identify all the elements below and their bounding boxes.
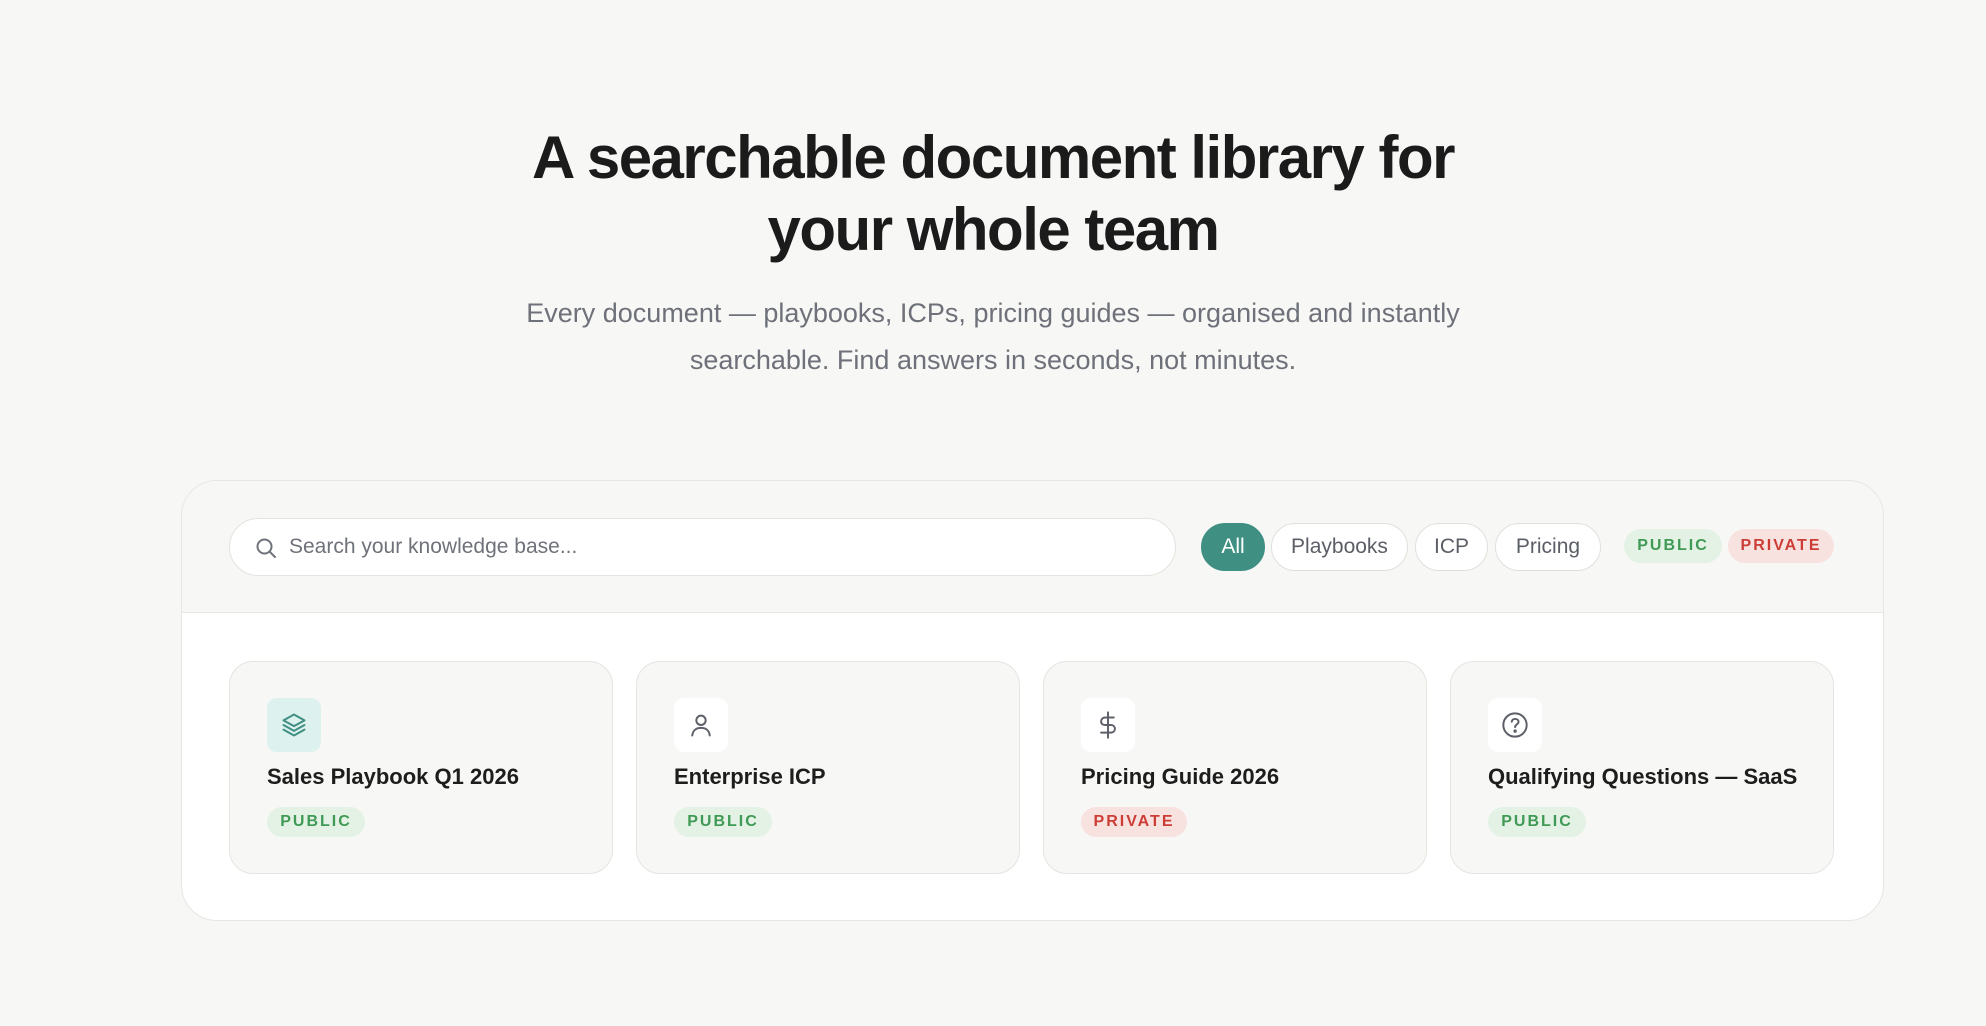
search-icon <box>256 538 276 558</box>
document-card[interactable]: Qualifying Questions — SaaS PUBLIC <box>1450 661 1834 874</box>
filter-chip-playbooks[interactable]: Playbooks <box>1271 523 1408 571</box>
visibility-badge: PRIVATE <box>1081 807 1187 837</box>
document-icon-tile <box>674 698 728 752</box>
document-title: Pricing Guide 2026 <box>1081 764 1280 789</box>
library-toolbar: All Playbooks ICP Pricing PUBLIC PRIVATE <box>182 481 1883 613</box>
document-library-panel: All Playbooks ICP Pricing PUBLIC PRIVATE… <box>181 480 1884 921</box>
search-box[interactable] <box>229 518 1176 576</box>
document-title: Sales Playbook Q1 2026 <box>267 764 519 789</box>
filter-chip-pricing[interactable]: Pricing <box>1495 523 1601 571</box>
filter-chip-all[interactable]: All <box>1201 523 1265 571</box>
page-subtitle: Every document — playbooks, ICPs, pricin… <box>0 290 1986 384</box>
document-title: Qualifying Questions — SaaS <box>1488 764 1798 789</box>
page-title-line-2: your whole team <box>767 196 1220 263</box>
document-title: Enterprise ICP <box>674 764 826 789</box>
page-subtitle-line-2: searchable. Find answers in seconds, not… <box>689 345 1297 375</box>
search-input[interactable] <box>289 519 1149 575</box>
document-icon-tile <box>1488 698 1542 752</box>
document-icon-tile <box>1081 698 1135 752</box>
document-card[interactable]: Enterprise ICP PUBLIC <box>636 661 1020 874</box>
page-title: A searchable document library for your w… <box>0 122 1986 266</box>
page-subtitle-line-1: Every document — playbooks, ICPs, pricin… <box>526 298 1460 328</box>
page-title-line-1: A searchable document library for <box>532 124 1455 191</box>
visibility-badge: PUBLIC <box>267 807 365 837</box>
visibility-badge: PUBLIC <box>1488 807 1586 837</box>
legend-public-badge: PUBLIC <box>1624 529 1722 563</box>
user-icon <box>691 714 711 737</box>
dollar-icon <box>1100 711 1116 739</box>
visibility-badge: PUBLIC <box>674 807 772 837</box>
document-card[interactable]: Pricing Guide 2026 PRIVATE <box>1043 661 1427 874</box>
help-circle-icon <box>1502 712 1528 738</box>
legend-private-badge: PRIVATE <box>1728 529 1834 563</box>
layers-icon <box>282 713 306 737</box>
document-icon-tile <box>267 698 321 752</box>
document-card[interactable]: Sales Playbook Q1 2026 PUBLIC <box>229 661 613 874</box>
filter-chip-icp[interactable]: ICP <box>1415 523 1488 571</box>
